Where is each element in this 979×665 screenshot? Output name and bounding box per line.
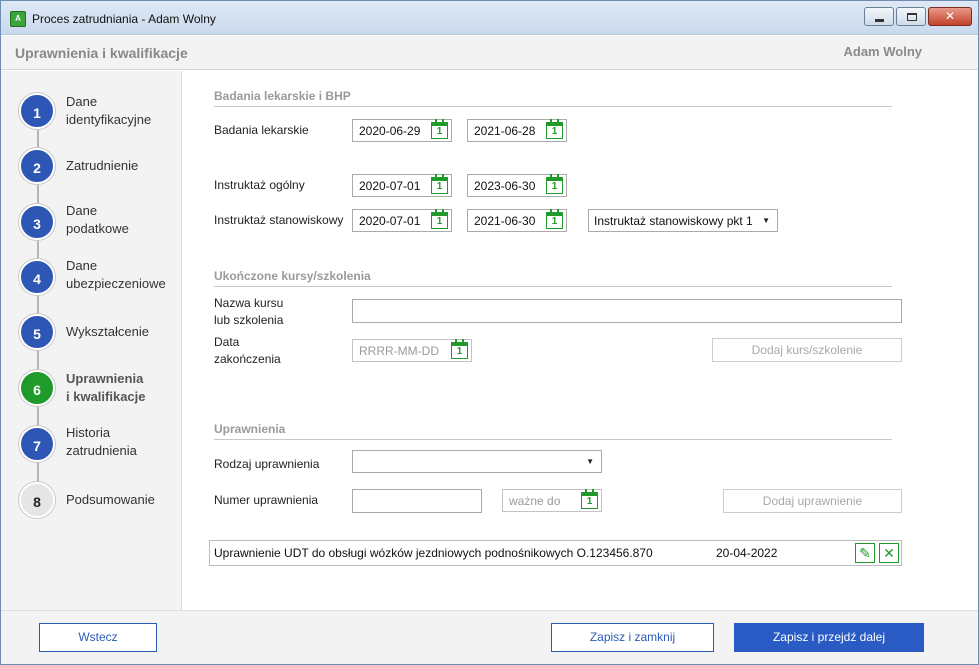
add-course-button[interactable]: Dodaj kurs/szkolenie xyxy=(712,338,902,362)
close-button[interactable]: ✕ xyxy=(928,7,972,26)
course-name-label: Nazwa kursu lub szkolenia xyxy=(214,296,284,327)
ogolny-label: Instruktaż ogólny xyxy=(214,178,305,192)
dropdown-arrow-icon: ▼ xyxy=(586,457,594,466)
calendar-icon[interactable]: 1 xyxy=(451,339,468,359)
add-permission-button[interactable]: Dodaj uprawnienie xyxy=(723,489,902,513)
calendar-icon[interactable]: 1 xyxy=(546,174,563,194)
step-label: Historia zatrudnienia xyxy=(66,425,137,458)
permission-entry-name: Uprawnienie UDT do obsługi wózków jezdni… xyxy=(214,546,653,560)
step-label: Dane ubezpieczeniowe xyxy=(66,258,166,291)
section-title-permissions: Uprawnienia xyxy=(214,422,286,436)
main-form: Badania lekarskie i BHP Badania lekarski… xyxy=(183,71,978,610)
calendar-icon[interactable]: 1 xyxy=(546,119,563,139)
stanowiskowy-from-date[interactable]: 2020-07-01 1 xyxy=(352,209,452,232)
step-label: Podsumowanie xyxy=(66,492,155,507)
window-title: Proces zatrudniania - Adam Wolny xyxy=(32,12,216,26)
step-label: Dane podatkowe xyxy=(66,203,129,236)
step-number: 3 xyxy=(19,204,55,240)
step-number: 7 xyxy=(19,426,55,462)
section-divider xyxy=(214,106,892,107)
section-title-courses: Ukończone kursy/szkolenia xyxy=(214,269,371,283)
dropdown-arrow-icon: ▼ xyxy=(762,216,770,225)
user-name: Adam Wolny xyxy=(843,44,923,59)
step-number: 6 xyxy=(19,370,55,406)
course-end-date[interactable]: RRRR-MM-DD 1 xyxy=(352,339,472,362)
permission-number-input[interactable] xyxy=(352,489,482,513)
calendar-icon[interactable]: 1 xyxy=(431,174,448,194)
step-label: Uprawnienia i kwalifikacje xyxy=(66,371,146,404)
step-label: Zatrudnienie xyxy=(66,158,139,173)
step-number: 5 xyxy=(19,314,55,350)
ogolny-to-date[interactable]: 2023-06-30 1 xyxy=(467,174,567,197)
close-icon: ✕ xyxy=(944,9,956,23)
step-number: 2 xyxy=(19,148,55,184)
save-next-button[interactable]: Zapisz i przejdź dalej xyxy=(734,623,924,652)
title-bar[interactable]: A Proces zatrudniania - Adam Wolny ✕ xyxy=(1,1,978,35)
badania-label: Badania lekarskie xyxy=(214,123,309,137)
calendar-icon[interactable]: 1 xyxy=(431,119,448,139)
calendar-icon[interactable]: 1 xyxy=(546,209,563,229)
wizard-steps: 1 Dane identyfikacyjne 2 Zatrudnienie 3 … xyxy=(1,71,182,610)
delete-icon[interactable]: ✕ xyxy=(879,543,899,563)
app-logo-icon: A xyxy=(10,11,26,27)
stanowiskowy-label: Instruktaż stanowiskowy xyxy=(214,213,344,227)
ogolny-from-date[interactable]: 2020-07-01 1 xyxy=(352,174,452,197)
edit-icon[interactable]: ✎ xyxy=(855,543,875,563)
maximize-button[interactable] xyxy=(896,7,926,26)
step-number: 8 xyxy=(19,482,55,518)
calendar-icon[interactable]: 1 xyxy=(581,489,598,509)
section-divider xyxy=(214,286,892,287)
badania-from-date[interactable]: 2020-06-29 1 xyxy=(352,119,452,142)
save-close-button[interactable]: Zapisz i zamknij xyxy=(551,623,714,652)
maximize-icon xyxy=(907,13,917,21)
permission-type-select[interactable]: ▼ xyxy=(352,450,602,473)
permission-number-label: Numer uprawnienia xyxy=(214,493,319,507)
course-date-label: Data zakończenia xyxy=(214,335,281,366)
permission-entry-date: 20-04-2022 xyxy=(716,546,778,560)
calendar-icon[interactable]: 1 xyxy=(431,209,448,229)
step-number: 4 xyxy=(19,259,55,295)
stanowiskowy-type-select[interactable]: Instruktaż stanowiskowy pkt 1 ▼ xyxy=(588,209,778,232)
page-title: Uprawnienia i kwalifikacje xyxy=(15,45,188,61)
stanowiskowy-to-date[interactable]: 2021-06-30 1 xyxy=(467,209,567,232)
permission-type-label: Rodzaj uprawnienia xyxy=(214,457,320,471)
app-window: A Proces zatrudniania - Adam Wolny ✕ Upr… xyxy=(0,0,979,665)
footer-bar: Wstecz Zapisz i zamknij Zapisz i przejdź… xyxy=(1,610,978,664)
page-header: Uprawnienia i kwalifikacje Adam Wolny xyxy=(1,36,978,70)
section-divider xyxy=(214,439,892,440)
minimize-icon xyxy=(875,19,884,22)
minimize-button[interactable] xyxy=(864,7,894,26)
course-name-input[interactable] xyxy=(352,299,902,323)
permission-valid-date[interactable]: ważne do 1 xyxy=(502,489,602,512)
window-controls: ✕ xyxy=(864,7,972,26)
step-label: Dane identyfikacyjne xyxy=(66,94,152,127)
step-number: 1 xyxy=(19,93,55,129)
badania-to-date[interactable]: 2021-06-28 1 xyxy=(467,119,567,142)
section-title-medical: Badania lekarskie i BHP xyxy=(214,89,351,103)
back-button[interactable]: Wstecz xyxy=(39,623,157,652)
permission-entry-row: Uprawnienie UDT do obsługi wózków jezdni… xyxy=(209,540,902,566)
step-label: Wykształcenie xyxy=(66,324,149,339)
